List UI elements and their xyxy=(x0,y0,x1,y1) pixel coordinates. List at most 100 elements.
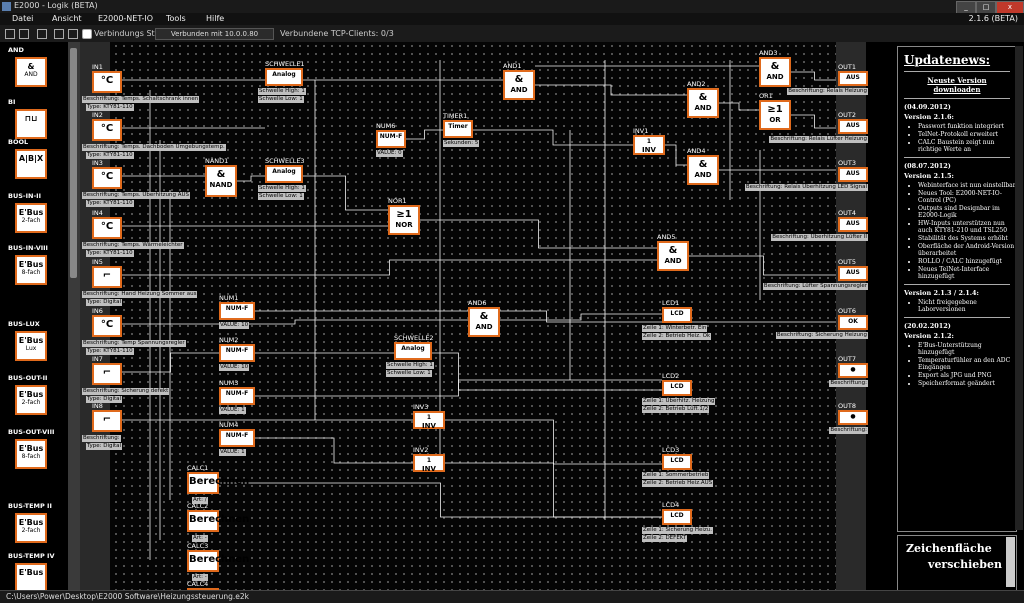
wire-9 xyxy=(122,259,657,276)
palette-block-1[interactable]: ⊓⊔ xyxy=(15,109,47,139)
wire-37 xyxy=(255,379,662,397)
upload-icon[interactable] xyxy=(54,29,64,39)
lcd4-z2: Zeile 2: DEFEKT xyxy=(642,535,688,542)
and2-block[interactable]: & AND xyxy=(687,88,719,118)
output-5-block[interactable]: AUS xyxy=(838,266,868,281)
num6-block[interactable]: NUM-F xyxy=(376,130,406,148)
canvas-pan-panel[interactable]: Zeichenfläche verschieben xyxy=(897,535,1017,591)
news-item: TelNet-Protokoll erweitert xyxy=(918,131,1016,138)
lcd1-block[interactable]: LCD xyxy=(662,307,692,323)
input-4-type: Type: KTY81-110 xyxy=(86,250,134,257)
menu-ansicht[interactable]: Ansicht xyxy=(52,14,82,23)
or1-block[interactable]: ≥1 OR xyxy=(759,100,791,130)
schwelle1-n2: Schwelle Low: 1 xyxy=(258,96,304,103)
timer1-block[interactable]: Timer xyxy=(443,120,473,138)
connection-icon[interactable] xyxy=(82,29,92,39)
calc2-block[interactable]: Berechnen xyxy=(187,510,249,532)
output-4-block[interactable]: AUS xyxy=(838,217,868,232)
news-item: Outputs sind Designbar im E2000-Logik xyxy=(918,205,1016,219)
menu-datei[interactable]: Datei xyxy=(12,14,33,23)
news-date-0: (04.09.2012) xyxy=(904,103,951,111)
palette-block-2[interactable]: A|B|X xyxy=(15,149,47,179)
output-6-block[interactable]: OK xyxy=(838,315,868,330)
input-4-name: IN4 xyxy=(92,209,103,217)
palette-block-0[interactable]: & AND xyxy=(15,57,47,87)
news-item: CALC Baustein zeigt nun richtige Werte a… xyxy=(918,139,1016,153)
calc1-val: Art: / xyxy=(192,497,208,504)
schwelle1-block[interactable]: Analog xyxy=(265,68,303,86)
input-6-block[interactable]: °C xyxy=(92,315,122,337)
schwelle2-block[interactable]: Analog xyxy=(394,342,432,360)
num4-block[interactable]: NUM-F xyxy=(219,429,255,447)
inv3-block[interactable]: 1 INV xyxy=(413,411,445,430)
and3-name: AND3 xyxy=(759,49,778,57)
schwelle3-block[interactable]: Analog xyxy=(265,165,303,183)
news-item: Webinterface ist nun einstellbar xyxy=(918,182,1016,189)
and6-block[interactable]: & AND xyxy=(468,307,500,337)
schwelle1-symbol: Analog xyxy=(272,71,296,78)
nand1-block[interactable]: & NAND xyxy=(205,165,237,197)
news-items-2: Nicht freigegebene Laborversionen xyxy=(910,299,1016,313)
palette-block-sub: 8-fach xyxy=(21,269,41,276)
palette-block-6[interactable]: E'Bus 2-fach xyxy=(15,385,47,415)
lcd2-block[interactable]: LCD xyxy=(662,380,692,396)
and1-block[interactable]: & AND xyxy=(503,70,535,100)
inv2-block[interactable]: 1 INV xyxy=(413,454,445,473)
lcd4-block[interactable]: LCD xyxy=(662,509,692,525)
download-icon[interactable] xyxy=(68,29,78,39)
tcp-clients-label: Verbundene TCP-Clients: 0/3 xyxy=(280,29,394,38)
menu-tools[interactable]: Tools xyxy=(166,14,186,23)
input-7-block[interactable]: ⌐ xyxy=(92,363,122,385)
num3-block[interactable]: NUM-F xyxy=(219,387,255,405)
output-8-name: OUT8 xyxy=(838,402,856,410)
wire-11 xyxy=(122,319,468,325)
block-palette: AND & AND BI ⊓⊔ BOOL A|B|X BUS-IN-II E'Bus 2-fach… xyxy=(0,42,68,590)
news-item: Temperaturfühler an den ADC Eingängen xyxy=(918,357,1016,371)
palette-block-5[interactable]: E'Bus Lux xyxy=(15,331,47,361)
schwelle2-name: SCHWELLE2 xyxy=(394,334,434,342)
and5-block[interactable]: & AND xyxy=(657,241,689,271)
calc3-block[interactable]: Berechnen xyxy=(187,550,249,572)
output-1-desc: Beschriftung: Relais Heizung xyxy=(787,88,868,95)
palette-scrollbar[interactable] xyxy=(68,42,80,590)
lcd3-block[interactable]: LCD xyxy=(662,454,692,470)
inv1-block[interactable]: 1 INV xyxy=(633,135,665,155)
palette-block-8[interactable]: E'Bus 2-fach xyxy=(15,513,47,543)
input-8-block[interactable]: ⌐ xyxy=(92,410,122,432)
input-5-block[interactable]: ⌐ xyxy=(92,266,122,288)
menu-e2000-net-io[interactable]: E2000-NET-IO xyxy=(98,14,153,23)
open-icon[interactable] xyxy=(19,29,29,39)
input-1-block[interactable]: °C xyxy=(92,71,122,93)
output-3-block[interactable]: AUS xyxy=(838,167,868,182)
input-2-block[interactable]: °C xyxy=(92,119,122,141)
output-2-block[interactable]: AUS xyxy=(838,119,868,134)
menu-hilfe[interactable]: Hilfe xyxy=(206,14,224,23)
input-8-desc: Beschriftung: xyxy=(82,435,121,442)
calc1-name: CALC1 xyxy=(187,464,209,472)
num2-block[interactable]: NUM-F xyxy=(219,344,255,362)
palette-block-4[interactable]: E'Bus 8-fach xyxy=(15,255,47,285)
and4-block[interactable]: & AND xyxy=(687,155,719,185)
pan-scrollbar[interactable] xyxy=(1006,537,1015,587)
save-icon[interactable] xyxy=(37,29,47,39)
output-1-block[interactable]: AUS xyxy=(838,71,868,86)
input-3-block[interactable]: °C xyxy=(92,167,122,189)
output-1-name: OUT1 xyxy=(838,63,856,71)
palette-block-9[interactable]: E'Bus xyxy=(15,563,47,590)
calc1-block[interactable]: Berechnen xyxy=(187,472,249,494)
news-divider xyxy=(904,157,1010,158)
output-7-block[interactable]: ● xyxy=(838,363,868,378)
input-4-block[interactable]: °C xyxy=(92,217,122,239)
nor1-block[interactable]: ≥1 NOR xyxy=(388,205,420,235)
input-3-desc: Beschriftung: Temps. Überhitzung AUS xyxy=(82,192,191,199)
new-icon[interactable] xyxy=(5,29,15,39)
palette-scrollbar-thumb[interactable] xyxy=(70,48,77,278)
palette-block-7[interactable]: E'Bus 8-fach xyxy=(15,439,47,469)
and3-block[interactable]: & AND xyxy=(759,57,791,87)
news-scrollbar[interactable] xyxy=(1015,46,1023,530)
download-link[interactable]: Neuste Version downloaden xyxy=(898,76,1016,94)
output-8-block[interactable]: ● xyxy=(838,410,868,425)
and1-name: AND1 xyxy=(503,62,522,70)
num1-block[interactable]: NUM-F xyxy=(219,302,255,320)
palette-block-3[interactable]: E'Bus 2-fach xyxy=(15,203,47,233)
